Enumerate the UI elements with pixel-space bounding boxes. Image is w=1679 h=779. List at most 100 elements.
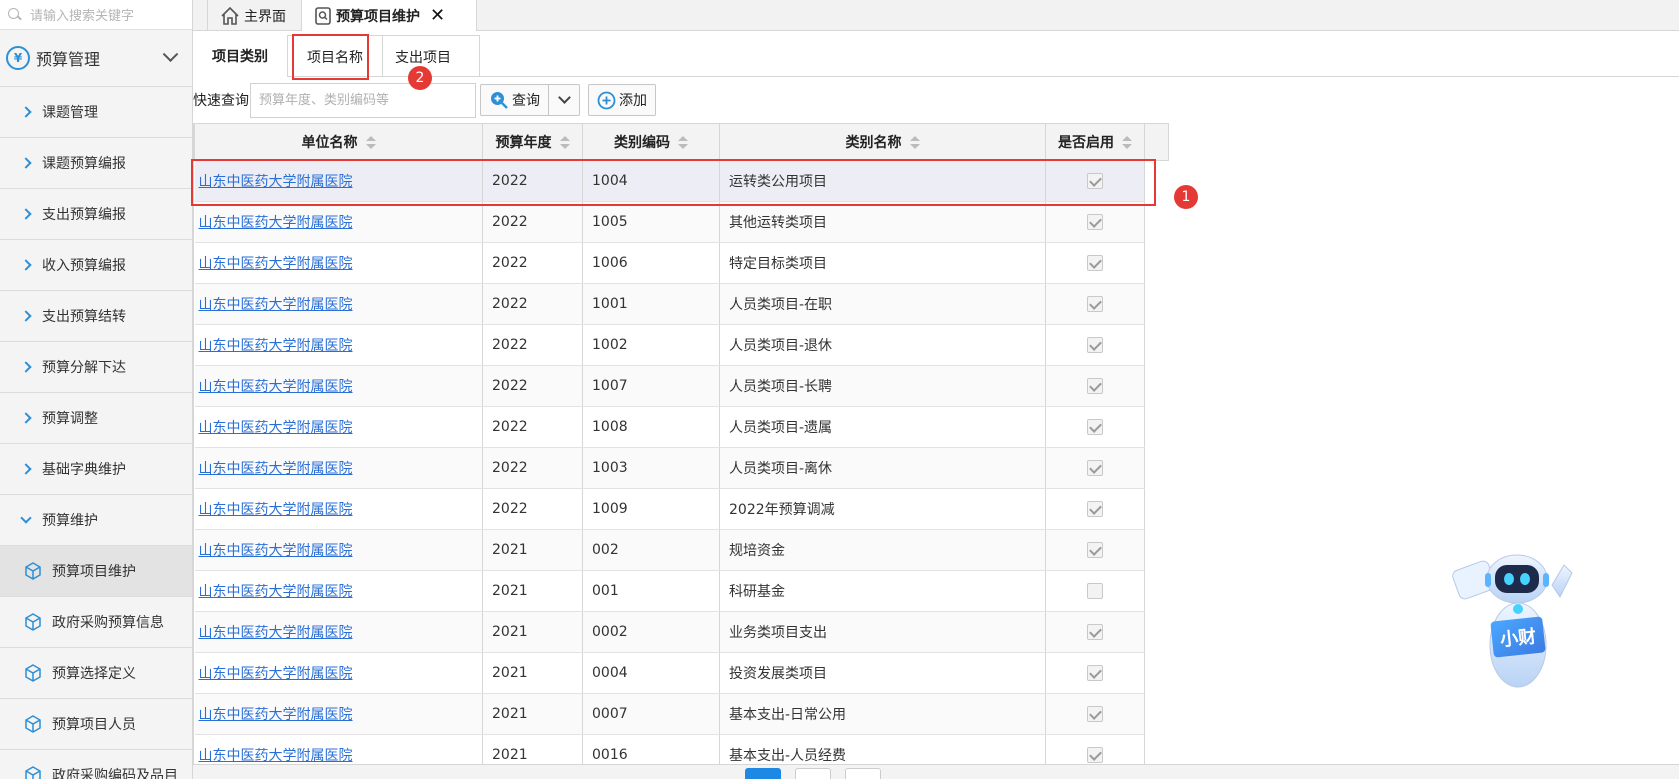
enabled-checkbox[interactable]	[1087, 542, 1103, 558]
cell-spacer	[1144, 693, 1169, 735]
unit-link[interactable]: 山东中医药大学附属医院	[199, 707, 353, 723]
unit-link[interactable]: 山东中医药大学附属医院	[199, 420, 353, 436]
table-row[interactable]: 山东中医药大学附属医院 2022 1004 运转类公用项目	[194, 160, 1169, 202]
enabled-checkbox[interactable]	[1087, 747, 1103, 763]
sidebar-search-placeholder: 请输入搜索关键字	[30, 9, 135, 24]
cell-name: 人员类项目-在职	[719, 283, 1046, 325]
cell-name: 规培资金	[719, 529, 1046, 571]
query-button[interactable]: 查询	[480, 84, 548, 116]
quick-query-input[interactable]	[250, 82, 476, 118]
table-row[interactable]: 山东中医药大学附属医院 2022 1005 其他运转类项目	[194, 201, 1169, 243]
close-icon[interactable]: ✕	[430, 5, 445, 26]
cell-unit: 山东中医药大学附属医院	[194, 447, 483, 489]
sidebar-item-expense-budget[interactable]: 支出预算编报	[0, 189, 192, 240]
robot-assistant-icon[interactable]	[1452, 545, 1584, 695]
sidebar-subitem-selection-def[interactable]: 预算选择定义	[0, 648, 192, 699]
enabled-checkbox[interactable]	[1087, 296, 1103, 312]
table-row[interactable]: 山东中医药大学附属医院 2022 1003 人员类项目-离休	[194, 447, 1169, 489]
enabled-checkbox[interactable]	[1087, 173, 1103, 189]
unit-link[interactable]: 山东中医药大学附属医院	[199, 256, 353, 272]
cell-spacer	[1144, 283, 1169, 325]
query-dropdown-button[interactable]	[548, 84, 580, 116]
enabled-checkbox[interactable]	[1087, 378, 1103, 394]
sidebar-item-budget-allocation[interactable]: 预算分解下达	[0, 342, 192, 393]
add-button[interactable]: 添加	[588, 84, 656, 116]
cell-spacer	[1144, 447, 1169, 489]
unit-link[interactable]: 山东中医药大学附属医院	[199, 502, 353, 518]
unit-link[interactable]: 山东中医药大学附属医院	[199, 584, 353, 600]
sidebar-item-dictionary[interactable]: 基础字典维护	[0, 444, 192, 495]
enabled-checkbox[interactable]	[1087, 665, 1103, 681]
pager-page-button[interactable]	[745, 768, 781, 779]
table-row[interactable]: 山东中医药大学附属医院 2022 1002 人员类项目-退休	[194, 324, 1169, 366]
enabled-checkbox[interactable]	[1087, 337, 1103, 353]
enabled-checkbox[interactable]	[1087, 419, 1103, 435]
unit-link[interactable]: 山东中医药大学附属医院	[199, 625, 353, 641]
unit-link[interactable]: 山东中医药大学附属医院	[199, 748, 353, 764]
table-row[interactable]: 山东中医药大学附属医院 2021 0002 业务类项目支出	[194, 611, 1169, 653]
unit-link[interactable]: 山东中医药大学附属医院	[199, 215, 353, 231]
column-header-year[interactable]: 预算年度	[482, 123, 583, 161]
sidebar-item-income-budget[interactable]: 收入预算编报	[0, 240, 192, 291]
unit-link[interactable]: 山东中医药大学附属医院	[199, 379, 353, 395]
sidebar-item-budget-adjust[interactable]: 预算调整	[0, 393, 192, 444]
unit-link[interactable]: 山东中医药大学附属医院	[199, 297, 353, 313]
table-row[interactable]: 山东中医药大学附属医院 2021 001 科研基金	[194, 570, 1169, 612]
column-header-name[interactable]: 类别名称	[719, 123, 1046, 161]
cell-enabled	[1045, 365, 1145, 407]
quick-query-label: 快速查询	[193, 93, 249, 109]
unit-link[interactable]: 山东中医药大学附属医院	[199, 174, 353, 190]
sidebar-item-budget-maintenance[interactable]: 预算维护	[0, 495, 192, 546]
cell-spacer	[1144, 652, 1169, 694]
sidebar-item-topic-budget[interactable]: 课题预算编报	[0, 138, 192, 189]
enabled-checkbox[interactable]	[1087, 501, 1103, 517]
column-header-unit[interactable]: 单位名称	[194, 123, 483, 161]
unit-link[interactable]: 山东中医药大学附属医院	[199, 461, 353, 477]
unit-link[interactable]: 山东中医药大学附属医院	[199, 543, 353, 559]
module-header-budget[interactable]: ¥ 预算管理	[0, 30, 192, 87]
sidebar-subitem-project-maintenance[interactable]: 预算项目维护	[0, 546, 192, 597]
sidebar-item-label: 预算分解下达	[42, 360, 126, 376]
column-header-enabled[interactable]: 是否启用	[1045, 123, 1145, 161]
tab-project-category[interactable]: 项目类别	[193, 35, 288, 77]
cell-code: 0002	[582, 611, 720, 653]
cell-unit: 山东中医药大学附属医院	[194, 242, 483, 284]
cell-spacer	[1144, 160, 1169, 202]
enabled-checkbox[interactable]	[1087, 583, 1103, 599]
sidebar-item-topic-management[interactable]: 课题管理	[0, 87, 192, 138]
table-row[interactable]: 山东中医药大学附属医院 2022 1006 特定目标类项目	[194, 242, 1169, 284]
table-row[interactable]: 山东中医药大学附属医院 2022 1008 人员类项目-遗属	[194, 406, 1169, 448]
enabled-checkbox[interactable]	[1087, 460, 1103, 476]
table-row[interactable]: 山东中医药大学附属医院 2022 1009 2022年预算调减	[194, 488, 1169, 530]
table-row[interactable]: 山东中医药大学附属医院 2021 0007 基本支出-日常公用	[194, 693, 1169, 735]
cell-name: 2022年预算调减	[719, 488, 1046, 530]
cell-unit: 山东中医药大学附属医院	[194, 160, 483, 202]
enabled-checkbox[interactable]	[1087, 624, 1103, 640]
sidebar-subitem-project-staff[interactable]: 预算项目人员	[0, 699, 192, 750]
sidebar-subitem-procurement-codes[interactable]: 政府采购编码及品目	[0, 750, 192, 779]
pager-page-button[interactable]	[845, 768, 881, 779]
sidebar-item-expense-carryover[interactable]: 支出预算结转	[0, 291, 192, 342]
pager-page-button[interactable]	[795, 768, 831, 779]
column-header-code[interactable]: 类别编码	[582, 123, 720, 161]
enabled-checkbox[interactable]	[1087, 706, 1103, 722]
enabled-checkbox[interactable]	[1087, 214, 1103, 230]
unit-link[interactable]: 山东中医药大学附属医院	[199, 338, 353, 354]
chevron-right-icon	[20, 106, 32, 118]
sidebar-subitem-procurement-info[interactable]: 政府采购预算信息	[0, 597, 192, 648]
tab-budget-project-maintenance[interactable]: 预算项目维护 ✕	[302, 0, 477, 31]
chevron-right-icon	[20, 259, 32, 271]
tab-expense-project[interactable]: 支出项目	[383, 35, 480, 77]
tab-home[interactable]: 主界面	[207, 0, 302, 31]
tab-project-name[interactable]: 项目名称	[288, 35, 383, 77]
cell-code: 1001	[582, 283, 720, 325]
table-row[interactable]: 山东中医药大学附属医院 2021 002 规培资金	[194, 529, 1169, 571]
app-root: 请输入搜索关键字 ¥ 预算管理 课题管理 课题预算编报 支出预算编报 收入预算编…	[0, 0, 1679, 779]
table-row[interactable]: 山东中医药大学附属医院 2021 0004 投资发展类项目	[194, 652, 1169, 694]
sidebar-search[interactable]: 请输入搜索关键字	[0, 0, 192, 30]
unit-link[interactable]: 山东中医药大学附属医院	[199, 666, 353, 682]
table-row[interactable]: 山东中医药大学附属医院 2022 1001 人员类项目-在职	[194, 283, 1169, 325]
module-title: 预算管理	[36, 50, 101, 69]
table-row[interactable]: 山东中医药大学附属医院 2022 1007 人员类项目-长聘	[194, 365, 1169, 407]
enabled-checkbox[interactable]	[1087, 255, 1103, 271]
